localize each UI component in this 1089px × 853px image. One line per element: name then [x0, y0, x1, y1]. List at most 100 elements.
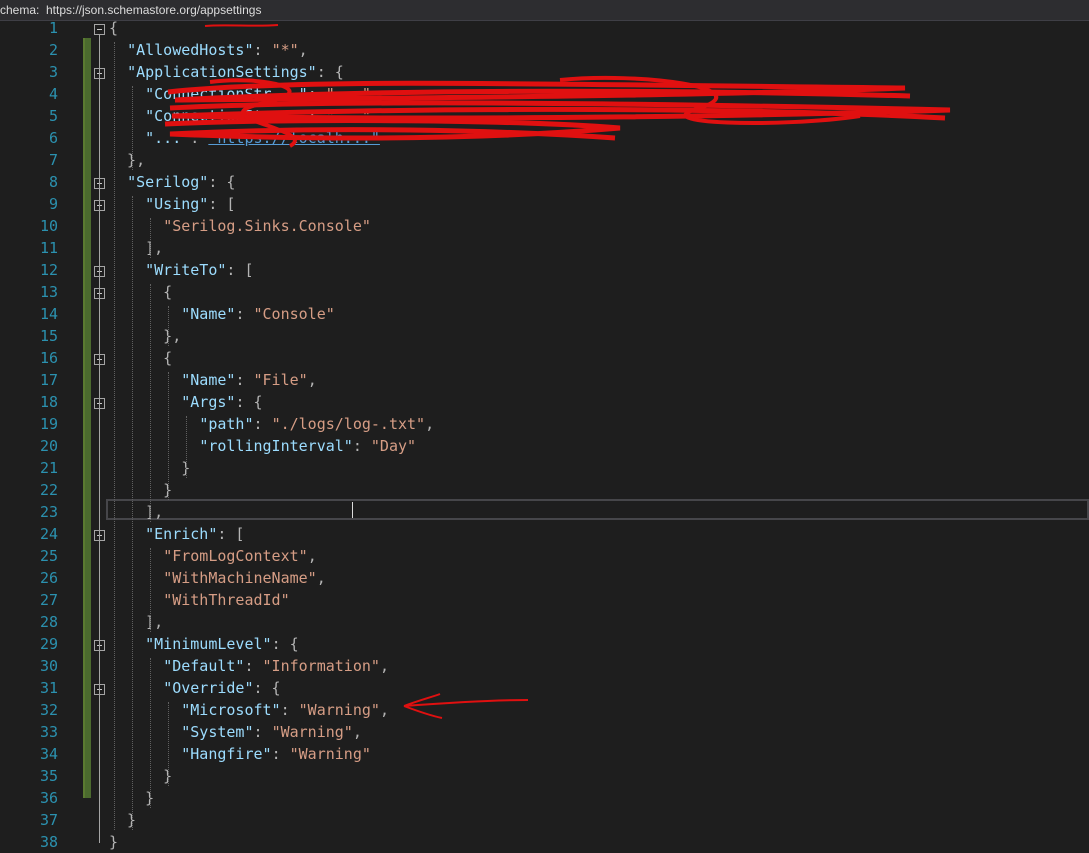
indent-guide: [131, 196, 133, 830]
code-editor[interactable]: 1{2 "AllowedHosts": "*", 3 "ApplicationSe…: [0, 18, 1089, 851]
code-text: "path": "./logs/log-.txt",: [199, 415, 435, 433]
code-text: "Default": "Information",: [163, 657, 389, 675]
code-line[interactable]: 36 }: [0, 788, 1089, 809]
indent-guide: [113, 42, 115, 830]
line-number: 26: [39, 569, 58, 587]
code-text: {: [109, 283, 173, 301]
indent-guide: [149, 284, 151, 522]
line-number: 28: [39, 613, 58, 631]
line-number: 15: [39, 327, 58, 345]
code-line[interactable]: 21 }: [0, 458, 1089, 479]
indent-guide: [149, 658, 151, 808]
schema-url-input[interactable]: https://json.schemastore.org/appsettings: [46, 0, 261, 20]
code-line[interactable]: 13 {: [0, 282, 1089, 303]
code-text: ],: [109, 613, 164, 631]
code-text: "Serilog": {: [127, 173, 236, 191]
code-line[interactable]: 20 "rollingInterval": "Day": [0, 436, 1089, 457]
line-number: 13: [39, 283, 58, 301]
code-text: "Name": "Console": [181, 305, 335, 323]
indent-guide: [131, 86, 133, 170]
line-number: 34: [39, 745, 58, 763]
code-text: "AllowedHosts": "*",: [127, 41, 308, 59]
code-line[interactable]: 22 }: [0, 480, 1089, 501]
code-text: "Serilog.Sinks.Console": [163, 217, 371, 235]
code-line[interactable]: 27 "WithThreadId": [0, 590, 1089, 611]
line-number: 16: [39, 349, 58, 367]
line-number: 38: [39, 833, 58, 851]
indent-guide: [167, 306, 169, 346]
code-text: }: [109, 767, 173, 785]
line-number: 32: [39, 701, 58, 719]
code-line[interactable]: 24 "Enrich": [: [0, 524, 1089, 545]
line-number: 35: [39, 767, 58, 785]
code-line[interactable]: 17 "Name": "File",: [0, 370, 1089, 391]
code-line[interactable]: 35 }: [0, 766, 1089, 787]
code-line[interactable]: 31 "Override": {: [0, 678, 1089, 699]
line-number: 31: [39, 679, 58, 697]
code-line[interactable]: 4 "ConnectionStr...": "...": [0, 84, 1089, 105]
line-number: 10: [39, 217, 58, 235]
code-line[interactable]: 18 "Args": {: [0, 392, 1089, 413]
code-text: }: [109, 833, 119, 851]
line-number: 19: [39, 415, 58, 433]
line-number: 23: [39, 503, 58, 521]
code-line[interactable]: 9 "Using": [: [0, 194, 1089, 215]
code-line[interactable]: 19 "path": "./logs/log-.txt",: [0, 414, 1089, 435]
line-number: 2: [48, 41, 58, 59]
code-text: {: [109, 19, 119, 37]
line-number: 29: [39, 635, 58, 653]
code-text: },: [109, 327, 182, 345]
schema-label: chema:: [0, 3, 40, 17]
code-line[interactable]: 8 "Serilog": {: [0, 172, 1089, 193]
code-text: "Using": [: [145, 195, 236, 213]
code-line[interactable]: 30 "Default": "Information",: [0, 656, 1089, 677]
collapse-toggle-icon[interactable]: [94, 24, 105, 35]
indent-guide: [167, 372, 169, 500]
line-number: 8: [48, 173, 58, 191]
code-text: "rollingInterval": "Day": [199, 437, 417, 455]
indent-guide: [149, 548, 151, 632]
indent-guide: [167, 702, 169, 786]
code-line[interactable]: 1{: [0, 18, 1089, 39]
code-text: "WithThreadId": [163, 591, 290, 609]
code-line[interactable]: 15 },: [0, 326, 1089, 347]
code-line[interactable]: 2 "AllowedHosts": "*",: [0, 40, 1089, 61]
line-number: 17: [39, 371, 58, 389]
code-line[interactable]: 28 ],: [0, 612, 1089, 633]
code-line[interactable]: 11 ],: [0, 238, 1089, 259]
code-line[interactable]: 34 "Hangfire": "Warning": [0, 744, 1089, 765]
code-line[interactable]: 3 "ApplicationSettings": {: [0, 62, 1089, 83]
code-line[interactable]: 23 ],: [0, 502, 1089, 523]
code-text: "Enrich": [: [145, 525, 245, 543]
code-line[interactable]: 37 }: [0, 810, 1089, 831]
code-text: {: [109, 349, 173, 367]
code-line[interactable]: 6 "...": "https://localh...": [0, 128, 1089, 149]
code-line[interactable]: 29 "MinimumLevel": {: [0, 634, 1089, 655]
code-line[interactable]: 26 "WithMachineName",: [0, 568, 1089, 589]
code-text: "WithMachineName",: [163, 569, 326, 587]
code-text: "Hangfire": "Warning": [181, 745, 371, 763]
code-line[interactable]: 12 "WriteTo": [: [0, 260, 1089, 281]
indent-guide: [185, 416, 187, 478]
code-line[interactable]: 5 "ConnectionStr...": "...",: [0, 106, 1089, 127]
line-number: 36: [39, 789, 58, 807]
code-line[interactable]: 16 {: [0, 348, 1089, 369]
code-line[interactable]: 10 "Serilog.Sinks.Console": [0, 216, 1089, 237]
code-line[interactable]: 25 "FromLogContext",: [0, 546, 1089, 567]
line-number: 4: [48, 85, 58, 103]
line-number: 3: [48, 63, 58, 81]
code-line[interactable]: 32 "Microsoft": "Warning",: [0, 700, 1089, 721]
code-line[interactable]: 38}: [0, 832, 1089, 853]
code-text: "MinimumLevel": {: [145, 635, 299, 653]
line-number: 33: [39, 723, 58, 741]
line-number: 21: [39, 459, 58, 477]
code-line[interactable]: 14 "Name": "Console": [0, 304, 1089, 325]
code-line[interactable]: 33 "System": "Warning",: [0, 722, 1089, 743]
line-number: 14: [39, 305, 58, 323]
line-number: 12: [39, 261, 58, 279]
line-number: 7: [48, 151, 58, 169]
code-text: "...": "https://localh...": [145, 129, 380, 147]
indent-guide: [149, 218, 151, 258]
code-line[interactable]: 7 },: [0, 150, 1089, 171]
line-number: 30: [39, 657, 58, 675]
